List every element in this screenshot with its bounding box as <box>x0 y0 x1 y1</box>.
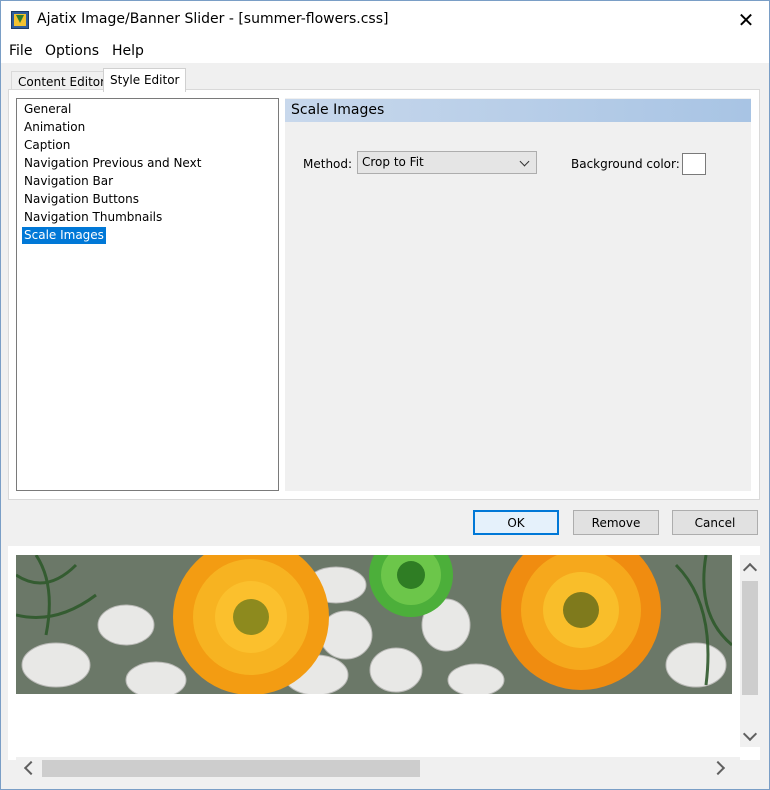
close-button[interactable]: ✕ <box>723 1 769 39</box>
method-label: Method: <box>303 157 353 171</box>
ok-button[interactable]: OK <box>473 510 559 535</box>
list-item-scale-images[interactable]: Scale Images <box>22 227 106 244</box>
background-color-label: Background color: <box>571 157 680 171</box>
window-title: Ajatix Image/Banner Slider - [summer-flo… <box>37 11 389 27</box>
method-value: Crop to Fit <box>362 155 424 169</box>
horizontal-scrollbar[interactable] <box>16 757 740 779</box>
tab-style-editor[interactable]: Style Editor <box>103 68 187 92</box>
list-item-navigation-buttons[interactable]: Navigation Buttons <box>22 191 141 208</box>
tab-content-editor[interactable]: Content Editor <box>11 71 113 91</box>
tab-strip: Content Editor Style Editor <box>1 63 769 92</box>
list-item-general[interactable]: General <box>22 101 73 118</box>
menu-help[interactable]: Help <box>112 43 144 59</box>
menu-file[interactable]: File <box>9 43 32 59</box>
chevron-down-icon[interactable] <box>742 726 758 742</box>
horizontal-scroll-thumb[interactable] <box>42 760 420 777</box>
style-category-list[interactable]: General Animation Caption Navigation Pre… <box>16 98 279 491</box>
banner-preview-image <box>16 555 732 694</box>
list-item-navigation-thumbnails[interactable]: Navigation Thumbnails <box>22 209 164 226</box>
list-item-animation[interactable]: Animation <box>22 119 87 136</box>
app-logo-icon <box>11 11 29 29</box>
list-item-navigation-prev-next[interactable]: Navigation Previous and Next <box>22 155 203 172</box>
section-title: Scale Images <box>291 102 385 118</box>
chevron-down-icon <box>519 156 530 167</box>
remove-button[interactable]: Remove <box>573 510 659 535</box>
vertical-scrollbar[interactable] <box>740 555 760 747</box>
chevron-left-icon[interactable] <box>23 760 39 776</box>
chevron-right-icon[interactable] <box>710 760 726 776</box>
vertical-scroll-thumb[interactable] <box>742 581 758 695</box>
close-icon: ✕ <box>737 8 755 32</box>
chevron-up-icon[interactable] <box>742 562 758 578</box>
list-item-caption[interactable]: Caption <box>22 137 72 154</box>
method-select[interactable]: Crop to Fit <box>357 151 537 174</box>
cancel-button[interactable]: Cancel <box>672 510 758 535</box>
background-color-swatch[interactable] <box>682 153 706 175</box>
section-header: Scale Images <box>285 99 751 122</box>
list-item-navigation-bar[interactable]: Navigation Bar <box>22 173 115 190</box>
title-bar: Ajatix Image/Banner Slider - [summer-flo… <box>1 1 769 39</box>
menu-bar: File Options Help <box>1 39 769 63</box>
menu-options[interactable]: Options <box>45 43 99 59</box>
